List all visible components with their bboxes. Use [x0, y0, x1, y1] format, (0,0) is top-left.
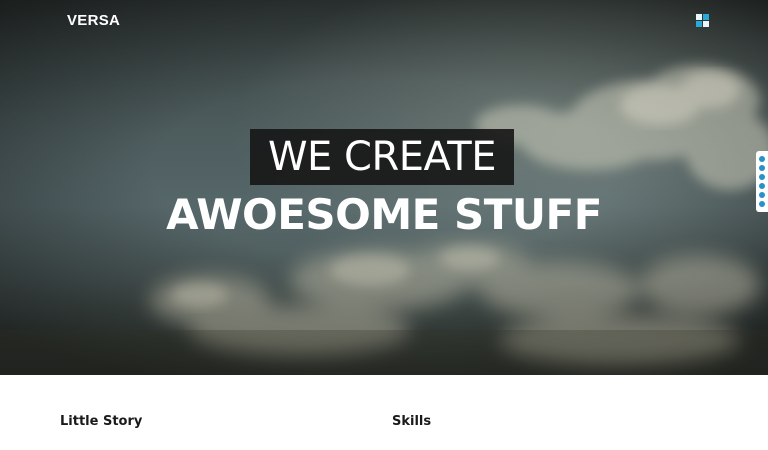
grid-menu-icon-cell	[703, 14, 709, 20]
hero-headline-line1: WE CREATE	[268, 134, 497, 180]
grid-menu-icon-cell	[703, 21, 709, 27]
headline-highlight-box: WE CREATE	[250, 129, 514, 185]
hero-section: VERSA WE CREATE AWOESOME STUFF	[0, 0, 768, 375]
page: VERSA WE CREATE AWOESOME STUFF Little St…	[0, 0, 768, 450]
dot-nav-item[interactable]	[759, 183, 765, 189]
dot-nav-item[interactable]	[759, 156, 765, 162]
grid-menu-icon[interactable]	[696, 14, 709, 27]
dot-nav-item[interactable]	[759, 174, 765, 180]
brand-logo[interactable]: VERSA	[67, 12, 120, 29]
dot-nav-item[interactable]	[759, 165, 765, 171]
dot-nav-item[interactable]	[759, 192, 765, 198]
skills-heading: Skills	[392, 414, 432, 429]
dot-nav-item[interactable]	[759, 201, 765, 207]
grid-menu-icon-cell	[696, 21, 702, 27]
hero-headline-line2: AWOESOME STUFF	[166, 190, 602, 239]
little-story-heading: Little Story	[60, 414, 143, 429]
hero-background-clouds	[0, 0, 768, 375]
content-section: Little Story Skills	[0, 375, 768, 450]
grid-menu-icon-cell	[696, 14, 702, 20]
section-dot-nav	[756, 151, 768, 212]
